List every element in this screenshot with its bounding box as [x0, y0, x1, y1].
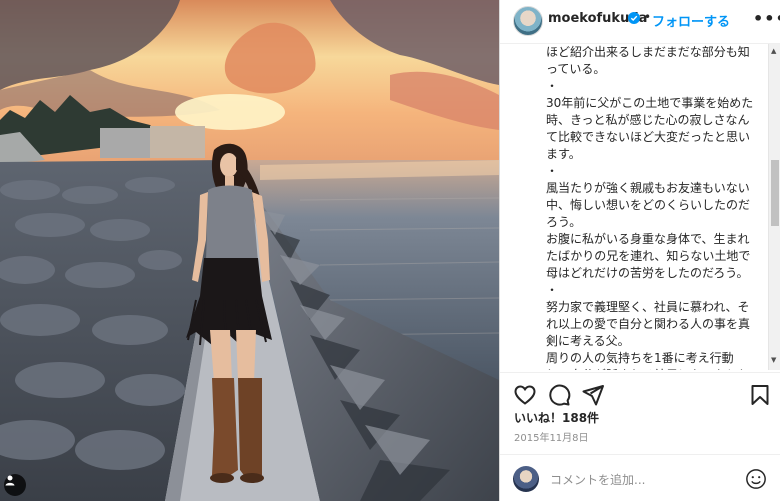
verified-badge-icon [628, 12, 640, 24]
profile-avatar[interactable] [513, 6, 543, 36]
caption-line: ・ [546, 79, 559, 93]
caption-line: 母はどれだけの苦労をしたのだろう。 [546, 266, 749, 280]
caption-line: ます。 [546, 147, 581, 161]
comment-input[interactable]: コメントを追加... [550, 471, 645, 488]
caption-scrollbar[interactable]: ▲ ▼ [768, 44, 780, 370]
like-count[interactable]: いいね！188件 [514, 409, 599, 426]
caption-line: ほど紹介出来るしまだまだな部分も知 [546, 45, 750, 59]
user-tag-glyph [5, 475, 15, 486]
caption-line: っている。 [546, 62, 606, 76]
comment-icon[interactable] [547, 383, 571, 407]
caption-line: ろう。 [546, 215, 582, 229]
caption-line: 剣に考える父。 [546, 334, 630, 348]
caption-line: 中、悔しい想いをどのくらいしたのだ [546, 198, 751, 212]
caption-line: ・ [546, 283, 559, 297]
caption-line: 風当たりが強く親戚もお友達もいない [546, 181, 750, 195]
photo-scene [0, 0, 499, 501]
caption-line: 30年前に父がこの土地で事業を始めた [546, 96, 754, 110]
caption-line: たばかりの兄を連れ、知らない土地で [546, 249, 751, 263]
send-icon[interactable] [581, 383, 605, 407]
more-options-icon[interactable]: ••• [753, 9, 780, 28]
caption-line: れ以上の愛で自分と関わる人の事を真 [546, 317, 751, 331]
follow-button[interactable]: フォローする [652, 11, 730, 30]
emoji-icon[interactable] [745, 468, 767, 490]
heart-icon[interactable] [513, 383, 537, 407]
caption-line: 努力家で義理堅く、社員に慕われ、そ [546, 300, 750, 314]
caption-line: 時、きっと私が感じた心の寂しさなん [546, 113, 750, 127]
caption-line: お腹に私がいる身重な身体で、生まれ [546, 232, 750, 246]
caption-line: 周りの人の気持ちを1番に考え行動 [546, 351, 734, 365]
caption-line: し、自分が貶される結果になったとし [546, 367, 766, 370]
bookmark-icon[interactable] [748, 383, 772, 407]
caption-line: ・ [546, 164, 559, 178]
post-caption: ほど紹介出来るしまだまだな部分も知 っている。・ 30年前に父がこの土地で事業を始め… [546, 44, 766, 370]
post-date[interactable]: 2015年11月8日 [514, 429, 589, 444]
post-side-panel: moekofukuda • フォローする ••• ほど紹介出来るしまだまだな部分… [499, 0, 780, 501]
scroll-up-arrow-icon[interactable]: ▲ [771, 47, 776, 55]
comment-bar: コメントを追加... [500, 454, 780, 501]
post-photo[interactable] [0, 0, 499, 501]
user-tag-icon[interactable] [4, 474, 26, 496]
scrollbar-thumb[interactable] [771, 160, 779, 226]
caption-line: て比較できないほど大変だったと思い [546, 130, 751, 144]
current-user-avatar [513, 466, 539, 492]
header-separator: • [644, 10, 652, 24]
post-header: moekofukuda • フォローする ••• [500, 0, 780, 44]
scroll-down-arrow-icon[interactable]: ▼ [771, 356, 776, 364]
